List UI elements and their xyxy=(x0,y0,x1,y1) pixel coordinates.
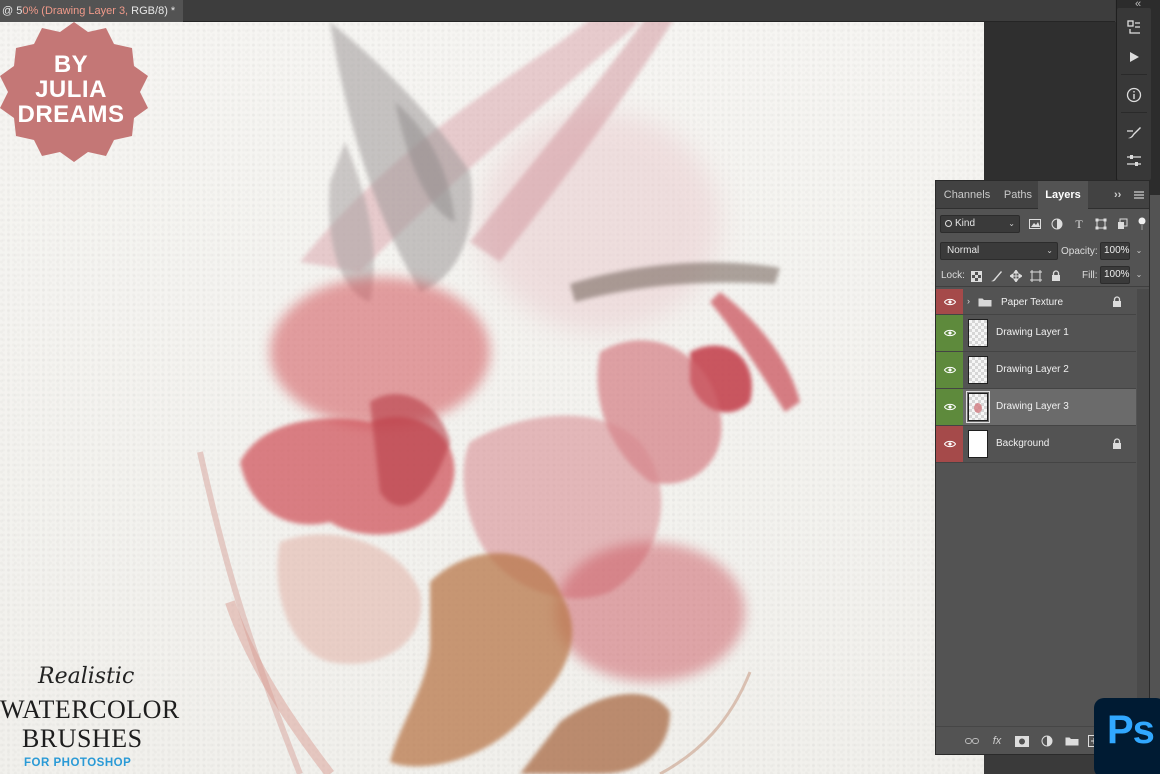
opacity-label: Opacity: xyxy=(1061,246,1098,257)
photoshop-window: @ 50% (Drawing Layer 3, RGB/8) * BY JULI… xyxy=(0,0,1160,774)
panel-icon-column xyxy=(1117,8,1151,180)
layers-panel: Channels Paths Layers ›› Kind ⌄ T Normal… xyxy=(935,180,1150,755)
filter-smart-object-icon[interactable] xyxy=(1116,217,1130,231)
opacity-chevron-icon[interactable]: ⌄ xyxy=(1133,244,1145,258)
badge-line-3: DREAMS xyxy=(17,101,125,128)
add-mask-icon[interactable] xyxy=(1014,733,1030,749)
tool-separator xyxy=(1121,112,1147,113)
promo-title-line-2: BRUSHES xyxy=(22,724,143,753)
photoshop-logo: Ps xyxy=(1094,698,1160,774)
visibility-toggle[interactable] xyxy=(936,289,963,314)
eye-icon xyxy=(943,298,956,305)
blend-mode-select[interactable]: Normal ⌄ xyxy=(940,242,1058,260)
promo-subtitle: Realistic xyxy=(38,664,135,689)
filter-shape-icon[interactable] xyxy=(1094,217,1108,231)
new-group-icon[interactable] xyxy=(1064,733,1080,749)
search-icon xyxy=(945,220,952,227)
filter-type-icon[interactable]: T xyxy=(1072,217,1086,231)
brush-settings-icon[interactable] xyxy=(1117,118,1151,148)
fx-icon[interactable]: fx xyxy=(989,733,1005,749)
filter-kind-label: Kind xyxy=(955,218,976,229)
visibility-toggle[interactable] xyxy=(936,352,963,388)
lock-icon xyxy=(1113,438,1121,449)
tab-channels[interactable]: Channels xyxy=(936,181,998,209)
blend-mode-value: Normal xyxy=(947,245,980,256)
tool-separator xyxy=(1121,74,1147,75)
link-layers-icon[interactable] xyxy=(964,733,980,749)
panel-tab-bar: Channels Paths Layers ›› xyxy=(936,181,1149,209)
new-adjustment-layer-icon[interactable] xyxy=(1039,733,1055,749)
play-icon[interactable] xyxy=(1117,42,1151,72)
layer-name: Drawing Layer 2 xyxy=(996,364,1069,375)
author-badge: BY JULIA DREAMS xyxy=(6,52,136,127)
lock-position-icon[interactable] xyxy=(1009,269,1023,283)
info-icon[interactable] xyxy=(1117,80,1151,110)
document-canvas[interactable]: BY JULIA DREAMS xyxy=(0,22,984,774)
document-tab-bar: @ 50% (Drawing Layer 3, RGB/8) * xyxy=(0,0,1115,22)
document-tab-prefix: @ 5 xyxy=(2,5,23,17)
layer-name: Drawing Layer 3 xyxy=(996,401,1069,412)
eye-icon xyxy=(943,329,956,337)
layer-name: Paper Texture xyxy=(1001,297,1064,308)
tab-layers[interactable]: Layers xyxy=(1038,181,1088,209)
filter-adjustment-icon[interactable] xyxy=(1050,217,1064,231)
lock-label: Lock: xyxy=(941,270,965,281)
filter-kind-select[interactable]: Kind ⌄ xyxy=(940,215,1020,233)
filter-pixel-icon[interactable] xyxy=(1028,217,1042,231)
lock-icon xyxy=(1113,296,1121,307)
visibility-toggle[interactable] xyxy=(936,315,963,351)
layer-thumbnail xyxy=(966,391,990,423)
layer-row-drawing-layer-3[interactable]: Drawing Layer 3 xyxy=(936,389,1136,426)
document-tab[interactable]: @ 50% (Drawing Layer 3, RGB/8) * xyxy=(0,0,183,22)
badge-line-1: BY xyxy=(53,51,89,78)
fill-label: Fill: xyxy=(1082,270,1098,281)
workspace-background xyxy=(984,22,1116,182)
layer-thumbnail xyxy=(968,356,988,384)
layers-scrollbar[interactable] xyxy=(1137,289,1149,729)
tab-paths[interactable]: Paths xyxy=(998,181,1038,209)
folder-icon xyxy=(978,298,992,307)
adjustments-icon[interactable] xyxy=(1117,146,1151,176)
layer-thumbnail xyxy=(968,430,988,458)
lock-transparent-pixels-icon[interactable] xyxy=(969,269,983,283)
layer-name: Drawing Layer 1 xyxy=(996,327,1069,338)
eye-icon xyxy=(943,366,956,374)
chevron-down-icon: ⌄ xyxy=(1008,219,1015,228)
lock-image-pixels-icon[interactable] xyxy=(989,269,1003,283)
promo-title-line-1: WATERCOLOR xyxy=(0,695,180,724)
promo-platform: FOR PHOTOSHOP xyxy=(24,757,132,769)
layer-thumbnail xyxy=(968,319,988,347)
layer-row-drawing-layer-1[interactable]: Drawing Layer 1 xyxy=(936,315,1136,352)
chevron-down-icon: ⌄ xyxy=(1046,246,1053,255)
lock-all-icon[interactable] xyxy=(1049,269,1063,283)
blend-row: Normal ⌄ Opacity: 100% ⌄ xyxy=(936,239,1149,263)
document-tab-highlight: 0% (Drawing Layer 3, xyxy=(22,5,129,17)
eye-icon xyxy=(943,403,956,411)
layer-name: Background xyxy=(996,438,1050,449)
photoshop-logo-text: Ps xyxy=(1107,708,1155,752)
fill-chevron-icon[interactable]: ⌄ xyxy=(1133,268,1145,282)
badge-line-2: JULIA xyxy=(35,76,107,103)
expand-arrows-icon[interactable]: ›› xyxy=(1114,181,1128,209)
lock-row: Lock: Fill: 100% ⌄ xyxy=(936,265,1149,287)
layer-row-background[interactable]: Background xyxy=(936,426,1136,463)
visibility-toggle[interactable] xyxy=(936,389,963,425)
fill-input[interactable]: 100% xyxy=(1100,266,1130,284)
panel-dock-edge xyxy=(1150,195,1160,755)
opacity-input[interactable]: 100% xyxy=(1100,242,1130,260)
layer-filter-row: Kind ⌄ T xyxy=(936,212,1149,236)
layer-row-drawing-layer-2[interactable]: Drawing Layer 2 xyxy=(936,352,1136,389)
document-tab-suffix: RGB/8) * xyxy=(128,5,176,17)
eye-icon xyxy=(943,440,956,448)
history-icon[interactable] xyxy=(1117,12,1151,42)
expand-group-icon[interactable]: › xyxy=(967,296,970,306)
lock-artboard-icon[interactable] xyxy=(1029,269,1043,283)
layer-row-paper-texture[interactable]: › Paper Texture xyxy=(936,289,1136,315)
panel-menu-icon[interactable] xyxy=(1133,189,1145,201)
visibility-toggle[interactable] xyxy=(936,426,963,462)
filter-toggle-icon[interactable] xyxy=(1135,217,1149,231)
